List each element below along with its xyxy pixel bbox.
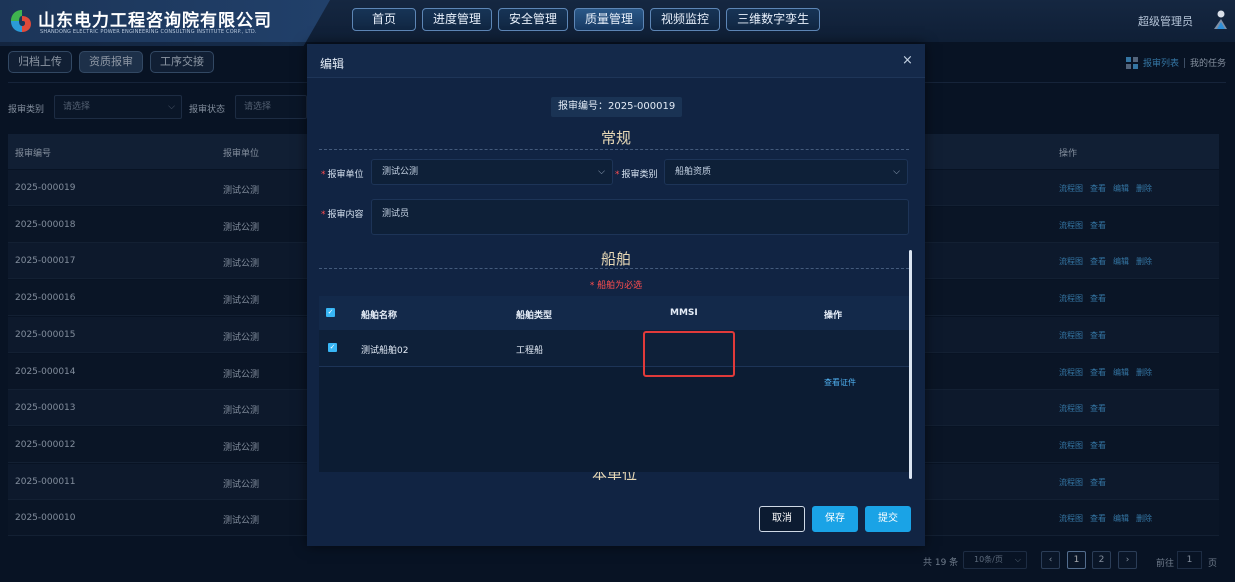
company-logo-icon — [11, 10, 31, 32]
modal-title: 编辑 — [320, 57, 345, 71]
row-checkbox[interactable]: ✓ — [328, 343, 337, 352]
unit-select-value: 测试公测 — [382, 167, 419, 177]
ship-header-type: 船舶类型 — [516, 311, 553, 321]
review-code-badge: 报审编号：2025-000019 — [551, 97, 683, 117]
unit-select[interactable]: 测试公测 ⌵ — [371, 159, 613, 185]
user-name[interactable]: 超级管理员 — [1138, 13, 1193, 29]
section-ship-title: 船舶 — [600, 250, 631, 268]
content-label-text: 报审内容 — [327, 210, 364, 220]
mmsi-highlight-box — [643, 331, 735, 377]
ship-required-tip: * 船舶为必选 — [589, 281, 643, 291]
nav-home[interactable]: 首页 — [352, 8, 416, 31]
company-english-name: SHANDONG ELECTRIC POWER ENGINEERING CONS… — [40, 29, 257, 35]
nav-safety[interactable]: 安全管理 — [498, 8, 569, 31]
unit-label: * 报审单位 — [321, 170, 364, 180]
ship-table: ✓ 船舶名称 船舶类型 MMSI 操作 ✓ 测试船舶02 工程船 查看证件 — [319, 296, 909, 472]
main-nav: 首页 进度管理 安全管理 质量管理 视频监控 三维数字孪生 — [352, 8, 821, 31]
select-all-checkbox[interactable]: ✓ — [326, 308, 335, 317]
top-header: 山东电力工程咨询院有限公司 SHANDONG ELECTRIC POWER EN… — [0, 0, 1235, 46]
cancel-button[interactable]: 取消 — [759, 506, 805, 532]
section-unit-title: 本单位 — [592, 472, 640, 480]
company-name: 山东电力工程咨询院有限公司 — [38, 11, 272, 31]
ship-name: 测试船舶02 — [361, 346, 409, 356]
category-select[interactable]: 船舶资质 ⌵ — [664, 159, 908, 185]
category-label: * 报审类别 — [615, 170, 658, 180]
save-button[interactable]: 保存 — [812, 506, 858, 532]
nav-video[interactable]: 视频监控 — [650, 8, 721, 31]
unit-label-text: 报审单位 — [327, 170, 364, 180]
section-divider — [319, 149, 909, 150]
content-label: * 报审内容 — [321, 210, 364, 220]
section-unit-title-text: 本单位 — [592, 472, 640, 480]
category-label-text: 报审类别 — [621, 170, 658, 180]
user-avatar-icon[interactable] — [1210, 9, 1230, 31]
section-divider — [319, 268, 909, 269]
chevron-down-icon: ⌵ — [598, 167, 605, 177]
content-textarea[interactable]: 测试员 — [371, 199, 909, 235]
modal-header: 编辑 × — [307, 44, 925, 78]
chevron-down-icon: ⌵ — [893, 167, 900, 177]
category-select-value: 船舶资质 — [675, 167, 712, 177]
section-general-title: 常规 — [600, 129, 631, 147]
nav-quality[interactable]: 质量管理 — [574, 8, 645, 31]
ship-header-ops: 操作 — [824, 311, 843, 321]
ship-header-name: 船舶名称 — [361, 311, 398, 321]
view-certificate-link[interactable]: 查看证件 — [824, 377, 856, 388]
ship-table-row: ✓ 测试船舶02 工程船 查看证件 — [319, 330, 909, 387]
ship-header-mmsi: MMSI — [670, 308, 698, 318]
close-icon[interactable]: × — [902, 53, 913, 68]
nav-digital-twin[interactable]: 三维数字孪生 — [726, 8, 821, 31]
logo-area: 山东电力工程咨询院有限公司 SHANDONG ELECTRIC POWER EN… — [0, 0, 330, 46]
ship-table-header: ✓ 船舶名称 船舶类型 MMSI 操作 — [319, 296, 909, 330]
submit-button[interactable]: 提交 — [865, 506, 911, 532]
edit-modal: 编辑 × 报审编号：2025-000019 常规 * 报审单位 测试公测 ⌵ * 报… — [307, 44, 925, 546]
nav-progress[interactable]: 进度管理 — [422, 8, 493, 31]
ship-type: 工程船 — [516, 346, 544, 356]
